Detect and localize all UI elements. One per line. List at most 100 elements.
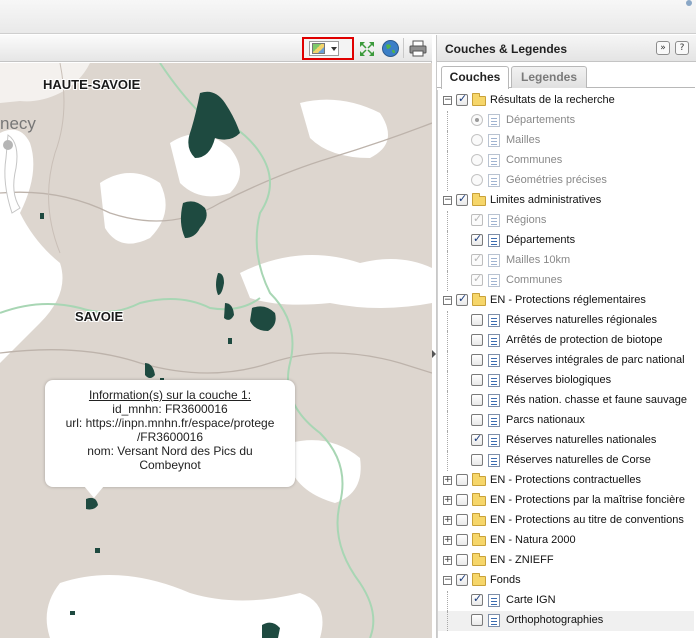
- layer-group-row[interactable]: − ✓ Limites administratives: [438, 191, 694, 211]
- group-checkbox[interactable]: ✓: [456, 92, 468, 106]
- layer-checkbox[interactable]: [471, 414, 483, 426]
- layer-row[interactable]: ✓ Réserves naturelles nationales: [438, 431, 694, 451]
- layer-row[interactable]: Communes: [438, 151, 694, 171]
- layer-row[interactable]: ✓ Carte IGN: [438, 591, 694, 611]
- expand-toggle-icon[interactable]: +: [443, 496, 452, 505]
- layer-checkbox[interactable]: [471, 354, 483, 366]
- expand-toggle-icon[interactable]: +: [443, 476, 452, 485]
- layer-icon: [488, 254, 500, 267]
- group-checkbox[interactable]: [456, 514, 468, 526]
- tree-guide-line: [447, 271, 448, 291]
- layer-icon: [488, 274, 500, 287]
- layer-checkbox[interactable]: ✓: [471, 252, 483, 266]
- tree-guide-line: [447, 311, 448, 331]
- layer-group-row[interactable]: + EN - ZNIEFF: [438, 551, 694, 571]
- tab-legendes[interactable]: Legendes: [511, 66, 587, 88]
- layer-checkbox[interactable]: ✓: [471, 212, 483, 226]
- layer-row[interactable]: Parcs nationaux: [438, 411, 694, 431]
- protected-area: [95, 548, 100, 553]
- layer-row[interactable]: ✓ Départements: [438, 231, 694, 251]
- layer-label: Régions: [506, 214, 547, 226]
- layer-radio[interactable]: [471, 174, 483, 186]
- collapse-toggle-icon[interactable]: −: [443, 576, 452, 585]
- layer-label: Réserves biologiques: [506, 374, 612, 386]
- popup-id: id_mnhn: FR3600016: [112, 402, 228, 416]
- layer-row[interactable]: Réserves naturelles de Corse: [438, 451, 694, 471]
- group-checkbox[interactable]: [456, 494, 468, 506]
- layer-radio[interactable]: [471, 114, 483, 126]
- layer-row[interactable]: Mailles: [438, 131, 694, 151]
- layer-row[interactable]: Départements: [438, 111, 694, 131]
- expand-toggle-icon[interactable]: +: [443, 536, 452, 545]
- layer-icon: [488, 594, 500, 607]
- layer-group-row[interactable]: + EN - Protections contractuelles: [438, 471, 694, 491]
- layer-checkbox[interactable]: ✓: [471, 592, 483, 606]
- help-button[interactable]: ?: [675, 41, 689, 55]
- layer-group-row[interactable]: + EN - Natura 2000: [438, 531, 694, 551]
- layer-checkbox[interactable]: [471, 394, 483, 406]
- popup-url-line2: /FR3600016: [136, 430, 204, 444]
- layer-label: Géométries précises: [506, 174, 607, 186]
- globe-icon[interactable]: [381, 39, 400, 59]
- layer-group-row[interactable]: − ✓ Fonds: [438, 571, 694, 591]
- layer-row[interactable]: Rés nation. chasse et faune sauvage: [438, 391, 694, 411]
- layer-row[interactable]: Arrêtés de protection de biotope: [438, 331, 694, 351]
- layer-checkbox[interactable]: [471, 374, 483, 386]
- layer-row[interactable]: ✓ Régions: [438, 211, 694, 231]
- layer-group-label: Résultats de la recherche: [490, 94, 615, 106]
- group-checkbox[interactable]: ✓: [456, 572, 468, 586]
- map-view[interactable]: HAUTE-SAVOIE SAVOIE necy: [0, 63, 432, 638]
- collapse-panel-button[interactable]: »: [656, 41, 670, 55]
- map-toolbar: [0, 35, 432, 62]
- zoom-extent-icon[interactable]: [358, 40, 376, 60]
- layer-label: Arrêtés de protection de biotope: [506, 334, 663, 346]
- layer-row[interactable]: Orthophotographies: [438, 611, 694, 631]
- collapse-toggle-icon[interactable]: −: [443, 196, 452, 205]
- layer-label: Communes: [506, 274, 563, 286]
- layer-row[interactable]: Géométries précises: [438, 171, 694, 191]
- layer-icon: [488, 234, 500, 247]
- tree-guide-line: [447, 411, 448, 431]
- print-icon[interactable]: [409, 40, 427, 60]
- checkmark-icon: ✓: [473, 232, 483, 245]
- tree-guide-line: [447, 611, 448, 631]
- checkmark-icon: ✓: [473, 212, 483, 225]
- layer-switcher-dropdown[interactable]: [309, 41, 339, 56]
- group-checkbox[interactable]: [456, 554, 468, 566]
- tree-guide-line: [447, 431, 448, 451]
- group-checkbox[interactable]: ✓: [456, 192, 468, 206]
- chevron-down-icon: [331, 47, 337, 51]
- layer-radio[interactable]: [471, 134, 483, 146]
- layer-row[interactable]: Réserves naturelles régionales: [438, 311, 694, 331]
- layer-group-row[interactable]: + EN - Protections au titre de convention…: [438, 511, 694, 531]
- group-checkbox[interactable]: ✓: [456, 292, 468, 306]
- layer-checkbox[interactable]: [471, 454, 483, 466]
- layer-group-row[interactable]: + EN - Protections par la maîtrise fonciè…: [438, 491, 694, 511]
- layer-row[interactable]: ✓ Mailles 10km: [438, 251, 694, 271]
- layer-group-row[interactable]: − ✓ EN - Protections réglementaires: [438, 291, 694, 311]
- folder-icon: [472, 473, 486, 486]
- layer-checkbox[interactable]: [471, 314, 483, 326]
- tab-couches[interactable]: Couches: [441, 66, 509, 89]
- layer-checkbox[interactable]: ✓: [471, 432, 483, 446]
- layer-checkbox[interactable]: ✓: [471, 272, 483, 286]
- layer-icon: [488, 374, 500, 387]
- group-checkbox[interactable]: [456, 534, 468, 546]
- layer-label: Carte IGN: [506, 594, 556, 606]
- layer-checkbox[interactable]: [471, 614, 483, 626]
- collapse-toggle-icon[interactable]: −: [443, 96, 452, 105]
- collapse-toggle-icon[interactable]: −: [443, 296, 452, 305]
- layer-switcher-button[interactable]: [302, 37, 354, 60]
- expand-toggle-icon[interactable]: +: [443, 556, 452, 565]
- group-checkbox[interactable]: [456, 474, 468, 486]
- layer-row[interactable]: Réserves intégrales de parc national: [438, 351, 694, 371]
- expand-toggle-icon[interactable]: +: [443, 516, 452, 525]
- layer-checkbox[interactable]: ✓: [471, 232, 483, 246]
- tree-guide-line: [447, 171, 448, 191]
- map-label-city: necy: [0, 114, 36, 133]
- layer-group-row[interactable]: − ✓ Résultats de la recherche: [438, 91, 694, 111]
- layer-radio[interactable]: [471, 154, 483, 166]
- layer-row[interactable]: ✓ Communes: [438, 271, 694, 291]
- layer-checkbox[interactable]: [471, 334, 483, 346]
- layer-row[interactable]: Réserves biologiques: [438, 371, 694, 391]
